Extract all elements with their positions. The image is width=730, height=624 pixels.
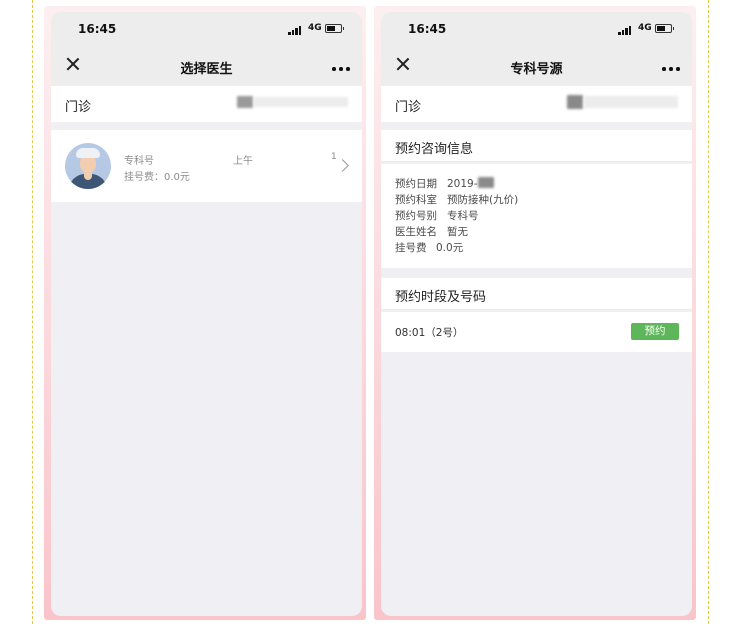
- more-icon[interactable]: [332, 67, 350, 71]
- doctor-slot-count: 1: [331, 152, 337, 162]
- info-row-doctor-name: 医生姓名 暂无: [395, 224, 468, 239]
- redacted-department-value: [567, 95, 583, 109]
- info-value: 预防接种(九价): [447, 194, 519, 206]
- status-bar: 16:45 4G: [381, 12, 692, 46]
- slot-row: 08:01（2号） 预约: [381, 312, 692, 352]
- info-row-fee: 挂号费 0.0元: [395, 240, 463, 255]
- redacted-department-value-trail: [584, 96, 678, 108]
- nav-bar: 选择医生: [51, 46, 362, 86]
- redacted-date: [477, 177, 494, 188]
- page-title: 专科号源: [510, 62, 563, 77]
- left-screenshot-frame: 16:45 4G 选择医生 门诊 专科号 挂号费：0.0元 上午 1: [44, 6, 366, 620]
- slots-title: 预约时段及号码: [395, 290, 487, 305]
- network-label: 4G: [638, 23, 652, 33]
- left-phone-screen: 16:45 4G 选择医生 门诊 专科号 挂号费：0.0元 上午 1: [51, 12, 362, 616]
- right-phone-screen: 16:45 4G 专科号源 门诊 预约咨询信息 预约日期 2019- 预约科室 …: [381, 12, 692, 616]
- right-screenshot-frame: 16:45 4G 专科号源 门诊 预约咨询信息 预约日期 2019- 预约科室 …: [374, 6, 696, 620]
- book-button[interactable]: 预约: [631, 323, 679, 340]
- info-value: 0.0元: [436, 242, 464, 254]
- info-key: 挂号费: [395, 242, 427, 254]
- nav-bar: 专科号源: [381, 46, 692, 86]
- info-row-registration-type: 预约号别 专科号: [395, 208, 479, 223]
- info-value: 专科号: [447, 210, 479, 222]
- guide-line-right: [708, 0, 709, 624]
- slot-time: 08:01（2号）: [395, 327, 464, 339]
- department-row: 门诊: [381, 86, 692, 122]
- info-value: 暂无: [447, 226, 468, 238]
- status-time: 16:45: [408, 22, 447, 36]
- info-row-date: 预约日期 2019-: [395, 176, 494, 191]
- battery-icon: [325, 24, 344, 33]
- department-label: 门诊: [395, 100, 422, 115]
- signal-icon: [288, 25, 304, 35]
- redacted-department-value-trail: [254, 97, 348, 107]
- doctor-fee: 挂号费：0.0元: [124, 172, 190, 183]
- department-row: 门诊: [51, 86, 362, 122]
- signal-icon: [618, 25, 634, 35]
- info-row-department: 预约科室 预防接种(九价): [395, 192, 518, 207]
- department-label: 门诊: [65, 100, 92, 115]
- slots-header: 预约时段及号码: [381, 278, 692, 310]
- consult-info-list: 预约日期 2019- 预约科室 预防接种(九价) 预约号别 专科号 医生姓名 暂无 挂号…: [381, 164, 692, 268]
- chevron-right-icon: [336, 159, 349, 172]
- doctor-avatar: [65, 143, 111, 189]
- battery-icon: [655, 24, 674, 33]
- redacted-department-value: [237, 96, 253, 108]
- consult-info-header: 预约咨询信息: [381, 130, 692, 162]
- network-label: 4G: [308, 23, 322, 33]
- info-key: 预约日期: [395, 178, 437, 190]
- status-bar: 16:45 4G: [51, 12, 362, 46]
- page-title: 选择医生: [180, 62, 233, 77]
- consult-info-title: 预约咨询信息: [395, 142, 474, 157]
- more-icon[interactable]: [662, 67, 680, 71]
- doctor-period: 上午: [233, 156, 253, 167]
- info-value: 2019-: [447, 178, 478, 190]
- guide-line-left: [32, 0, 33, 624]
- doctor-registration-type: 专科号: [124, 156, 154, 167]
- info-key: 预约号别: [395, 210, 437, 222]
- status-time: 16:45: [78, 22, 117, 36]
- info-key: 医生姓名: [395, 226, 437, 238]
- info-key: 预约科室: [395, 194, 437, 206]
- doctor-list-item[interactable]: 专科号 挂号费：0.0元 上午 1: [51, 130, 362, 202]
